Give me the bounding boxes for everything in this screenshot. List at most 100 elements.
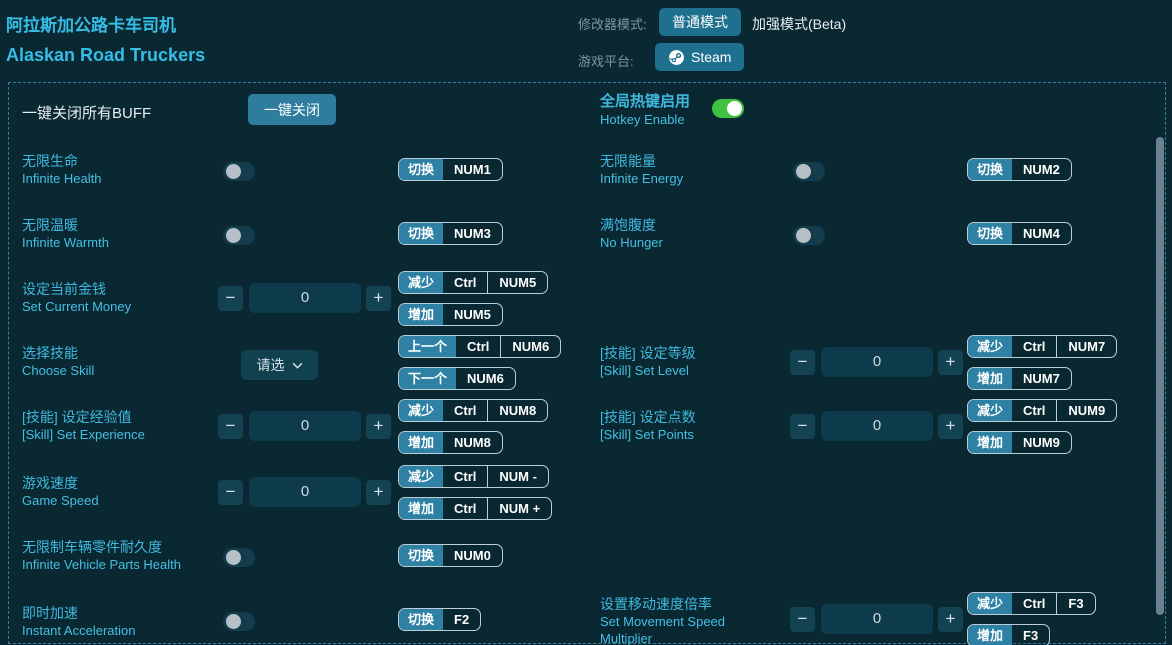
hotkey-action: 减少 bbox=[968, 336, 1012, 357]
label-en: [Skill] Set Experience bbox=[22, 426, 145, 443]
toggle-knob bbox=[796, 228, 811, 243]
increase-points-button[interactable]: + bbox=[938, 414, 963, 439]
toggle-instant-acceleration[interactable] bbox=[223, 612, 255, 631]
toggle-hotkey-enable[interactable] bbox=[712, 99, 744, 118]
hotkey-modifier: Ctrl bbox=[443, 272, 487, 293]
toggle-knob bbox=[796, 164, 811, 179]
mode-normal-button[interactable]: 普通模式 bbox=[659, 8, 741, 36]
toggle-knob bbox=[226, 550, 241, 565]
label-cn: 无限温暖 bbox=[22, 216, 109, 234]
decrease-points-button[interactable]: − bbox=[790, 414, 815, 439]
close-all-button[interactable]: 一键关闭 bbox=[248, 94, 336, 125]
hotkey-enable-label: 全局热键启用 Hotkey Enable bbox=[600, 93, 690, 128]
hotkey-speed-increase[interactable]: 增加 Ctrl NUM + bbox=[398, 497, 552, 520]
hotkey-action: 增加 bbox=[399, 498, 443, 519]
hotkey-movement-speed-decrease[interactable]: 减少 Ctrl F3 bbox=[967, 592, 1096, 615]
cheat-label-infinite-warmth: 无限温暖 Infinite Warmth bbox=[22, 216, 109, 251]
label-en: [Skill] Set Points bbox=[600, 426, 696, 443]
label-cn: 游戏速度 bbox=[22, 474, 99, 492]
chevron-down-icon bbox=[292, 362, 303, 369]
hotkey-skill-previous[interactable]: 上一个 Ctrl NUM6 bbox=[398, 335, 561, 358]
speed-value-field[interactable]: 0 bbox=[249, 477, 361, 507]
hotkey-action: 切换 bbox=[968, 159, 1012, 180]
hotkey-key: NUM5 bbox=[443, 304, 502, 325]
steam-platform-button[interactable]: Steam bbox=[655, 43, 744, 71]
experience-value-field[interactable]: 0 bbox=[249, 411, 361, 441]
hotkey-key: NUM8 bbox=[487, 400, 547, 421]
hotkey-movement-speed-increase[interactable]: 增加 F3 bbox=[967, 624, 1050, 645]
hotkey-action: 增加 bbox=[968, 432, 1012, 453]
decrease-money-button[interactable]: − bbox=[218, 286, 243, 311]
hotkey-key: NUM6 bbox=[500, 336, 560, 357]
hotkey-key: NUM7 bbox=[1056, 336, 1116, 357]
hotkey-no-hunger[interactable]: 切换 NUM4 bbox=[967, 222, 1072, 245]
hotkey-money-decrease[interactable]: 减少 Ctrl NUM5 bbox=[398, 271, 548, 294]
toggle-knob bbox=[226, 614, 241, 629]
hotkey-modifier: Ctrl bbox=[1012, 593, 1056, 614]
label-cn: 即时加速 bbox=[22, 604, 135, 622]
money-value-field[interactable]: 0 bbox=[249, 283, 361, 313]
toggle-knob bbox=[226, 164, 241, 179]
hotkey-points-decrease[interactable]: 减少 Ctrl NUM9 bbox=[967, 399, 1117, 422]
label-cn: 全局热键启用 bbox=[600, 93, 690, 111]
decrease-experience-button[interactable]: − bbox=[218, 414, 243, 439]
mode-beta-option[interactable]: 加强模式(Beta) bbox=[752, 14, 846, 34]
hotkey-infinite-energy[interactable]: 切换 NUM2 bbox=[967, 158, 1072, 181]
close-all-label: 一键关闭所有BUFF bbox=[22, 102, 151, 123]
hotkey-experience-increase[interactable]: 增加 NUM8 bbox=[398, 431, 503, 454]
label-cn: [技能] 设定经验值 bbox=[22, 408, 145, 426]
points-value-field[interactable]: 0 bbox=[821, 411, 933, 441]
hotkey-infinite-health[interactable]: 切换 NUM1 bbox=[398, 158, 503, 181]
movement-speed-value-field[interactable]: 0 bbox=[821, 604, 933, 634]
hotkey-skill-next[interactable]: 下一个 NUM6 bbox=[398, 367, 516, 390]
label-en: Set Current Money bbox=[22, 298, 131, 315]
level-value-field[interactable]: 0 bbox=[821, 347, 933, 377]
label-cn: 无限能量 bbox=[600, 152, 683, 170]
hotkey-infinite-warmth[interactable]: 切换 NUM3 bbox=[398, 222, 503, 245]
increase-experience-button[interactable]: + bbox=[366, 414, 391, 439]
hotkey-infinite-vehicle-parts[interactable]: 切换 NUM0 bbox=[398, 544, 503, 567]
hotkey-experience-decrease[interactable]: 减少 Ctrl NUM8 bbox=[398, 399, 548, 422]
increase-level-button[interactable]: + bbox=[938, 350, 963, 375]
hotkey-key: F3 bbox=[1056, 593, 1094, 614]
label-en: Infinite Warmth bbox=[22, 234, 109, 251]
label-en: Infinite Health bbox=[22, 170, 102, 187]
hotkey-key: NUM3 bbox=[443, 223, 502, 244]
hotkey-level-decrease[interactable]: 减少 Ctrl NUM7 bbox=[967, 335, 1117, 358]
hotkey-action: 增加 bbox=[968, 625, 1012, 645]
hotkey-action: 切换 bbox=[399, 159, 443, 180]
hotkey-action: 增加 bbox=[968, 368, 1012, 389]
toggle-infinite-health[interactable] bbox=[223, 162, 255, 181]
dropdown-value: 请选 bbox=[257, 355, 285, 375]
decrease-movement-speed-button[interactable]: − bbox=[790, 607, 815, 632]
toggle-infinite-energy[interactable] bbox=[793, 162, 825, 181]
decrease-speed-button[interactable]: − bbox=[218, 480, 243, 505]
toggle-infinite-vehicle-parts[interactable] bbox=[223, 548, 255, 567]
scrollbar-thumb[interactable] bbox=[1156, 137, 1164, 615]
toggle-knob bbox=[226, 228, 241, 243]
hotkey-action: 下一个 bbox=[399, 368, 456, 389]
cheat-label-set-movement-speed: 设置移动速度倍率 Set Movement Speed Multiplier bbox=[600, 595, 765, 645]
game-title-en: Alaskan Road Truckers bbox=[6, 45, 205, 66]
cheat-label-skill-set-level: [技能] 设定等级 [Skill] Set Level bbox=[600, 344, 696, 379]
hotkey-level-increase[interactable]: 增加 NUM7 bbox=[967, 367, 1072, 390]
increase-speed-button[interactable]: + bbox=[366, 480, 391, 505]
cheat-label-infinite-health: 无限生命 Infinite Health bbox=[22, 152, 102, 187]
decrease-level-button[interactable]: − bbox=[790, 350, 815, 375]
label-cn: 无限生命 bbox=[22, 152, 102, 170]
toggle-infinite-warmth[interactable] bbox=[223, 226, 255, 245]
toggle-knob bbox=[727, 101, 742, 116]
hotkey-action: 减少 bbox=[968, 593, 1012, 614]
hotkey-key: NUM - bbox=[487, 466, 548, 487]
increase-money-button[interactable]: + bbox=[366, 286, 391, 311]
cheat-label-game-speed: 游戏速度 Game Speed bbox=[22, 474, 99, 509]
label-en: Game Speed bbox=[22, 492, 99, 509]
hotkey-action: 减少 bbox=[399, 400, 443, 421]
increase-movement-speed-button[interactable]: + bbox=[938, 607, 963, 632]
hotkey-speed-decrease[interactable]: 减少 Ctrl NUM - bbox=[398, 465, 549, 488]
hotkey-money-increase[interactable]: 增加 NUM5 bbox=[398, 303, 503, 326]
toggle-no-hunger[interactable] bbox=[793, 226, 825, 245]
hotkey-points-increase[interactable]: 增加 NUM9 bbox=[967, 431, 1072, 454]
skill-dropdown[interactable]: 请选 bbox=[241, 350, 318, 380]
hotkey-instant-acceleration[interactable]: 切换 F2 bbox=[398, 608, 481, 631]
